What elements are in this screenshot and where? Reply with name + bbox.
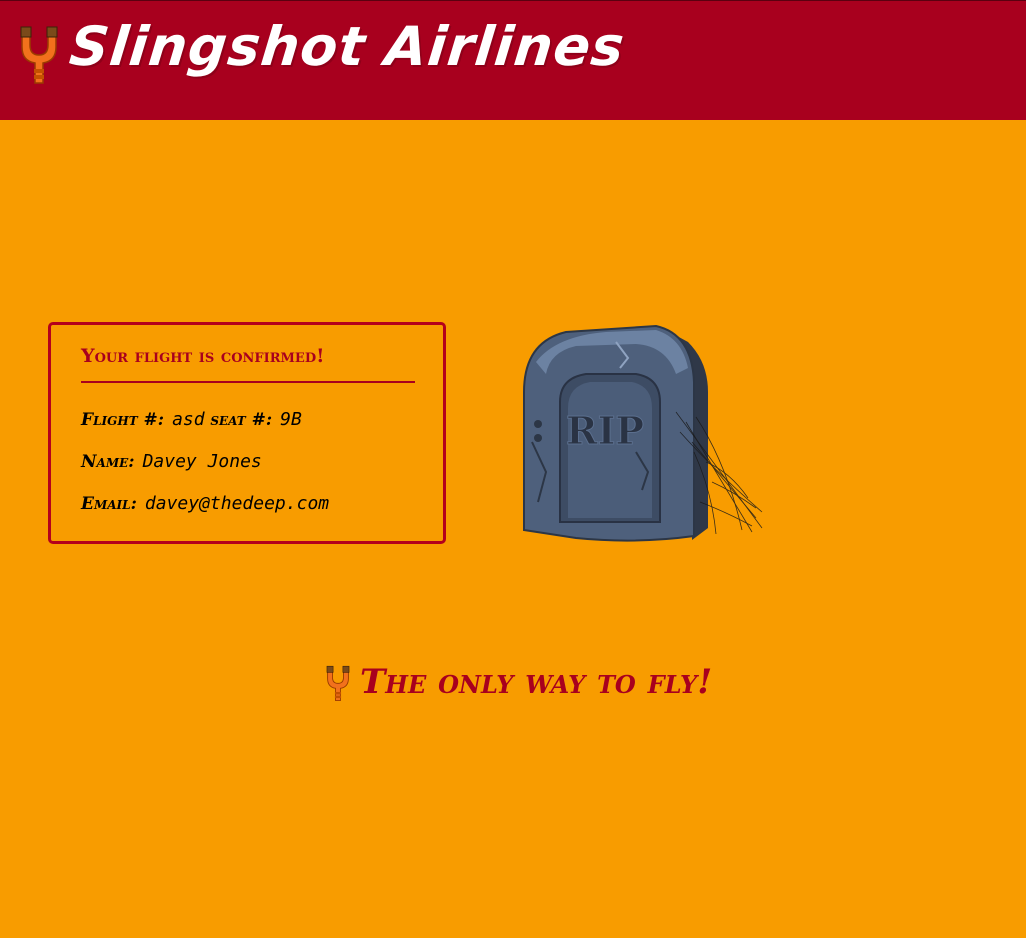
seat-value: 9B — [280, 409, 302, 430]
email-label: Email: — [81, 494, 137, 514]
flight-value: asd — [172, 409, 205, 430]
slingshot-icon — [326, 665, 350, 702]
name-row: Name: Davey Jones — [81, 451, 262, 472]
tagline-text: The only way to fly! — [360, 662, 713, 702]
flight-label: Flight #: — [81, 410, 165, 430]
confirmation-card: Your flight is confirmed! Flight #: asd s… — [48, 322, 446, 544]
name-label: Name: — [81, 452, 135, 472]
seat-label: seat #: — [210, 410, 273, 430]
email-row: Email: davey@thedeep.com — [81, 493, 329, 514]
site-header: Slingshot Airlines — [0, 0, 1026, 120]
heading-divider — [81, 381, 415, 383]
rip-engraving: RIP — [566, 408, 644, 453]
slingshot-icon — [20, 26, 58, 84]
confirmation-heading: Your flight is confirmed! — [81, 345, 325, 367]
brand-title: Slingshot Airlines — [66, 15, 628, 78]
name-value: Davey Jones — [142, 451, 262, 472]
tombstone-icon: RIP — [523, 324, 763, 542]
email-value: davey@thedeep.com — [144, 493, 330, 514]
flight-row: Flight #: asd seat #: 9B — [81, 409, 302, 430]
